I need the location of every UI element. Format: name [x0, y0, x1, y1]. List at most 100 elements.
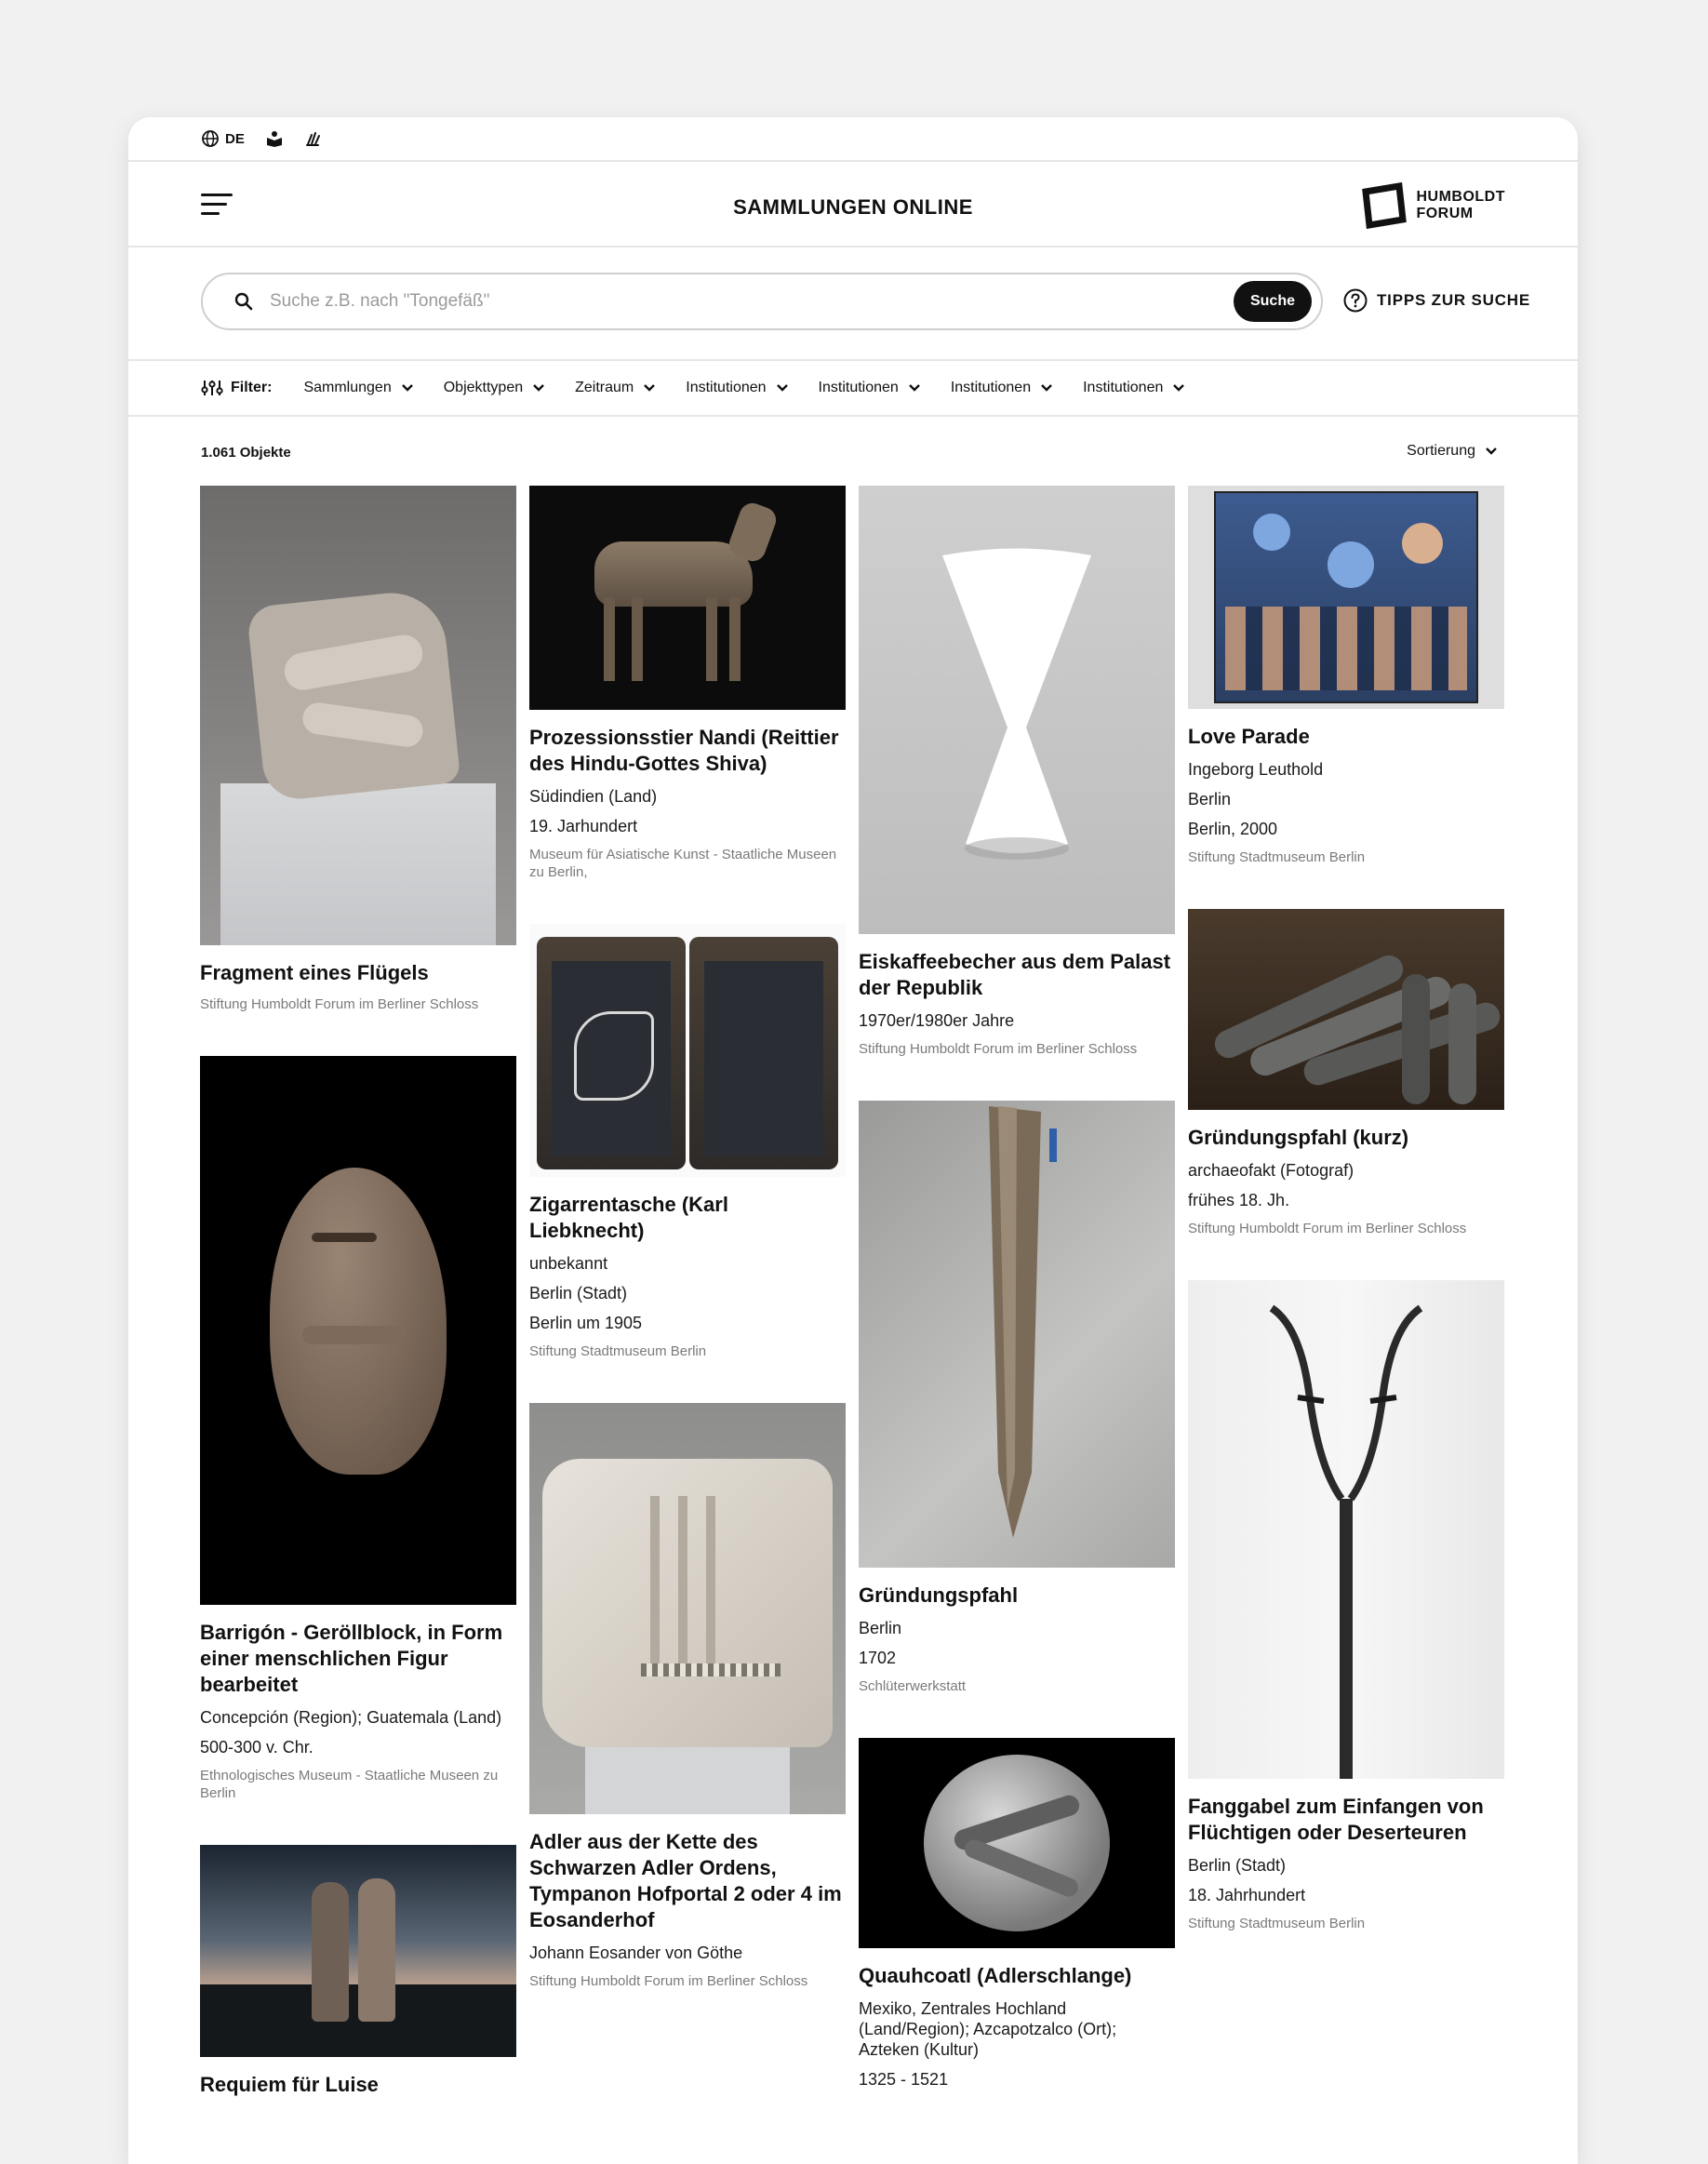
card-institution: Stiftung Stadtmuseum Berlin: [529, 1343, 707, 1359]
sign-language-icon: [305, 132, 320, 146]
card-title: Quauhcoatl (Adlerschlange): [859, 1964, 1132, 1987]
chevron-down-icon: [1173, 384, 1185, 392]
search-tips-link[interactable]: TIPPS ZUR SUCHE: [1343, 288, 1530, 313]
search-input[interactable]: [268, 290, 1234, 313]
card-place: Concepción (Region); Guatemala (Land): [200, 1708, 502, 1727]
filter-institutionen-2[interactable]: Institutionen: [819, 380, 921, 396]
filter-sammlungen[interactable]: Sammlungen: [303, 380, 413, 396]
card-title: Barrigón - Geröllblock, in Form einer me…: [200, 1621, 503, 1696]
card-artist: Ingeborg Leuthold: [1188, 760, 1324, 779]
card-date: 1325 - 1521: [859, 2070, 949, 2089]
filter-institutionen-1[interactable]: Institutionen: [686, 380, 788, 396]
card-maker: unbekannt: [529, 1254, 608, 1273]
chevron-down-icon: [1041, 384, 1052, 392]
result-card[interactable]: Fanggabel zum Einfangen von Flüchtigen o…: [1188, 1280, 1504, 1932]
fork-shape: [1269, 1304, 1423, 1779]
card-title: Prozessionsstier Nandi (Reittier des Hin…: [529, 726, 839, 775]
chevron-down-icon: [644, 384, 656, 392]
filter-label-text: Filter:: [231, 380, 273, 395]
search-icon: [234, 292, 253, 311]
filter-institutionen-4[interactable]: Institutionen: [1083, 380, 1185, 396]
card-title: Eiskaffeebecher aus dem Palast der Repub…: [859, 950, 1171, 999]
card-place: Berlin (Stadt): [1188, 1856, 1287, 1875]
language-label: DE: [225, 130, 245, 147]
humboldt-forum-logo[interactable]: HUMBOLDT FORUM: [1360, 182, 1505, 229]
card-title: Gründungspfahl (kurz): [1188, 1126, 1409, 1149]
chevron-down-icon: [533, 384, 544, 392]
card-place: Südindien (Land): [529, 787, 658, 806]
result-card[interactable]: Requiem für Luise: [200, 1845, 516, 2098]
card-institution: Stiftung Stadtmuseum Berlin: [1188, 849, 1366, 865]
results-column-1: Fragment eines Flügels Stiftung Humboldt…: [200, 486, 516, 2141]
search-row: Suche TIPPS ZUR SUCHE: [128, 247, 1578, 361]
easy-language-icon: [266, 131, 282, 147]
easy-language-link[interactable]: [265, 129, 284, 148]
card-institution: Ethnologisches Museum - Staatliche Musee…: [200, 1768, 499, 1801]
object-image: [200, 486, 516, 945]
card-date: 18. Jahrhundert: [1188, 1886, 1306, 1904]
card-institution: Museum für Asiatische Kunst - Staatliche…: [529, 847, 837, 880]
sort-dropdown[interactable]: Sortierung: [1407, 443, 1498, 460]
result-card[interactable]: Barrigón - Geröllblock, in Form einer me…: [200, 1056, 516, 1802]
logo-line1: HUMBOLDT: [1416, 189, 1505, 205]
results-column-2: Prozessionsstier Nandi (Reittier des Hin…: [529, 486, 846, 2033]
search-button[interactable]: Suche: [1233, 281, 1312, 322]
result-card[interactable]: Eiskaffeebecher aus dem Palast der Repub…: [859, 486, 1175, 1058]
object-image: [859, 1101, 1175, 1568]
filter-label: Filter:: [201, 379, 272, 397]
card-title: Gründungspfahl: [859, 1583, 1019, 1607]
card-date: Berlin, 2000: [1188, 820, 1278, 838]
card-date: Berlin um 1905: [529, 1314, 643, 1332]
browser-frame: DE SAMMLUNGEN ONLINE HUMBOLDT FORUM Such…: [128, 117, 1578, 2164]
result-card[interactable]: Gründungspfahl Berlin 1702 Schlüterwerks…: [859, 1101, 1175, 1695]
object-image: [529, 486, 846, 710]
help-icon: [1343, 288, 1368, 313]
card-institution: Stiftung Humboldt Forum im Berliner Schl…: [529, 1973, 808, 1989]
card-date: 500-300 v. Chr.: [200, 1738, 314, 1757]
filter-sliders-icon: [201, 381, 223, 395]
card-date: 1702: [859, 1649, 897, 1667]
utility-bar: DE: [128, 117, 1578, 162]
card-title: Love Parade: [1188, 725, 1310, 748]
card-maker: Johann Eosander von Göthe: [529, 1944, 743, 1962]
filter-objekttypen[interactable]: Objekttypen: [444, 380, 545, 396]
language-switch[interactable]: DE: [201, 129, 245, 148]
object-image: [200, 1845, 516, 2057]
chevron-down-icon: [401, 384, 413, 392]
card-institution: Schlüterwerkstatt: [859, 1678, 967, 1694]
card-date: 1970er/1980er Jahre: [859, 1011, 1015, 1030]
result-card[interactable]: Zigarrentasche (Karl Liebknecht) unbekan…: [529, 924, 846, 1360]
object-image: [529, 924, 846, 1177]
search-tips-label: TIPPS ZUR SUCHE: [1377, 291, 1531, 309]
card-title: Requiem für Luise: [200, 2073, 379, 2096]
goblet-shape: [942, 548, 1091, 860]
filter-zeitraum[interactable]: Zeitraum: [575, 380, 656, 396]
filter-institutionen-3[interactable]: Institutionen: [951, 380, 1053, 396]
card-institution: Stiftung Humboldt Forum im Berliner Schl…: [200, 996, 479, 1012]
object-image: [859, 486, 1175, 934]
card-place: Mexiko, Zentrales Hochland (Land/Region)…: [859, 1999, 1117, 2059]
card-place: Berlin: [859, 1619, 902, 1637]
object-image: [200, 1056, 516, 1605]
globe-icon: [202, 130, 219, 147]
card-photographer: archaeofakt (Fotograf): [1188, 1161, 1354, 1180]
result-card[interactable]: Prozessionsstier Nandi (Reittier des Hin…: [529, 486, 846, 881]
card-institution: Stiftung Humboldt Forum im Berliner Schl…: [1188, 1221, 1467, 1236]
result-card[interactable]: Quauhcoatl (Adlerschlange) Mexiko, Zentr…: [859, 1738, 1175, 2090]
results-column-3: Eiskaffeebecher aus dem Palast der Repub…: [859, 486, 1175, 2132]
sign-language-link[interactable]: [304, 129, 323, 148]
result-card[interactable]: Love Parade Ingeborg Leuthold Berlin Ber…: [1188, 486, 1504, 866]
chevron-down-icon: [908, 384, 920, 392]
sort-label: Sortierung: [1407, 443, 1475, 459]
object-image: [1188, 486, 1504, 709]
card-title: Fragment eines Flügels: [200, 961, 429, 984]
result-card[interactable]: Gründungspfahl (kurz) archaeofakt (Fotog…: [1188, 909, 1504, 1237]
search-box: Suche: [201, 273, 1323, 330]
site-header: SAMMLUNGEN ONLINE HUMBOLDT FORUM: [128, 164, 1578, 247]
object-image: [1188, 1280, 1504, 1779]
logo-mark-icon: [1362, 182, 1408, 229]
result-card[interactable]: Fragment eines Flügels Stiftung Humboldt…: [200, 486, 516, 1013]
result-card[interactable]: Adler aus der Kette des Schwarzen Adler …: [529, 1403, 846, 1990]
card-title: Fanggabel zum Einfangen von Flüchtigen o…: [1188, 1795, 1484, 1844]
object-image: [529, 1403, 846, 1814]
